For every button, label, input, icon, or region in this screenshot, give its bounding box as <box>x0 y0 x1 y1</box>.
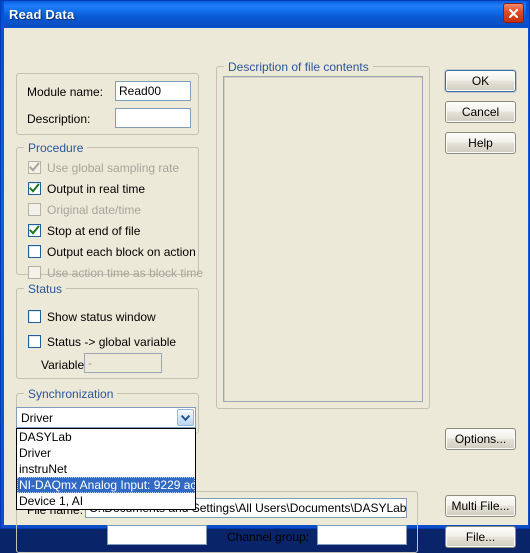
module-description-label: Description: <box>27 112 91 126</box>
module-name-input[interactable]: Read00 <box>115 81 191 101</box>
close-button[interactable] <box>503 3 524 23</box>
procedure-group: Procedure Use global sampling rate Outpu… <box>16 141 203 280</box>
chevron-down-icon <box>181 414 190 421</box>
checkbox-label: Show status window <box>47 309 156 324</box>
checkbox-box <box>28 161 41 174</box>
window-title: Read Data <box>9 6 75 22</box>
description-group-title: Description of file contents <box>224 60 373 74</box>
synchronization-selected-value: Driver <box>21 411 53 425</box>
dropdown-option-selected[interactable]: NI-DAQmx Analog Input: 9229 acqu <box>17 477 195 493</box>
checkbox-original-date-time[interactable]: Original date/time <box>28 202 141 217</box>
checkbox-label: Stop at end of file <box>47 223 141 238</box>
module-description-input[interactable] <box>115 108 191 128</box>
dropdown-option[interactable]: Driver <box>17 445 195 461</box>
synchronization-dropdown-arrow[interactable] <box>177 409 194 426</box>
checkbox-box <box>28 182 41 195</box>
check-mark-icon <box>29 183 40 193</box>
checkbox-box <box>28 224 41 237</box>
file-button[interactable]: File... <box>445 526 516 548</box>
multi-file-button[interactable]: Multi File... <box>445 495 516 517</box>
dropdown-option[interactable]: Device 1, AI <box>17 493 195 509</box>
checkbox-label: Output each block on action <box>47 244 196 259</box>
close-x-icon <box>508 8 519 18</box>
checkbox-use-action-time-as-block-time[interactable]: Use action time as block time <box>28 265 203 280</box>
file-contents-textarea[interactable] <box>223 76 423 402</box>
module-info-group: Module name: Read00 Description: <box>16 73 199 135</box>
help-button[interactable]: Help <box>445 132 516 154</box>
checkbox-label: Use global sampling rate <box>47 160 180 175</box>
dialog-window: Read Data Module name: Read00 Descriptio… <box>0 0 530 553</box>
checkbox-label: Status -> global variable <box>47 334 177 349</box>
checkbox-label: Original date/time <box>47 202 142 217</box>
checkbox-label: Output in real time <box>47 181 146 196</box>
check-mark-icon <box>29 162 40 172</box>
checkbox-status-to-global-variable[interactable]: Status -> global variable <box>28 334 176 349</box>
checkbox-box <box>28 203 41 216</box>
checkbox-label: Use action time as block time <box>47 265 204 280</box>
synchronization-combobox[interactable]: Driver <box>16 407 196 428</box>
synchronization-dropdown-list[interactable]: DASYLab Driver instruNet NI-DAQmx Analog… <box>16 428 196 510</box>
dropdown-option[interactable]: DASYLab <box>17 429 195 445</box>
dialog-client-area: Module name: Read00 Description: Procedu… <box>4 28 528 553</box>
options-button[interactable]: Options... <box>445 428 516 450</box>
checkbox-box <box>28 310 41 323</box>
status-variable-input[interactable]: - <box>84 353 162 373</box>
procedure-group-title: Procedure <box>24 141 88 155</box>
checkbox-box <box>28 245 41 258</box>
checkbox-show-status-window[interactable]: Show status window <box>28 309 156 324</box>
checkbox-box <box>28 335 41 348</box>
checkbox-output-in-real-time[interactable]: Output in real time <box>28 181 145 196</box>
synchronization-group-title: Synchronization <box>24 387 118 401</box>
file-extra-input[interactable] <box>107 525 207 545</box>
title-bar[interactable]: Read Data <box>4 1 526 27</box>
status-group: Status Show status window Status -> glob… <box>16 282 199 379</box>
status-variable-label: Variable: <box>41 358 88 372</box>
checkbox-box <box>28 266 41 279</box>
ok-button[interactable]: OK <box>445 70 516 92</box>
channel-group-label: Channel group: <box>227 530 310 544</box>
checkbox-use-global-sampling-rate[interactable]: Use global sampling rate <box>28 160 179 175</box>
dropdown-option[interactable]: instruNet <box>17 461 195 477</box>
module-name-label: Module name: <box>27 85 104 99</box>
cancel-button[interactable]: Cancel <box>445 101 516 123</box>
checkbox-output-each-block-on-action[interactable]: Output each block on action <box>28 244 196 259</box>
check-mark-icon <box>29 225 40 235</box>
status-group-title: Status <box>24 282 67 296</box>
checkbox-stop-at-end-of-file[interactable]: Stop at end of file <box>28 223 140 238</box>
channel-group-input[interactable] <box>317 525 407 545</box>
